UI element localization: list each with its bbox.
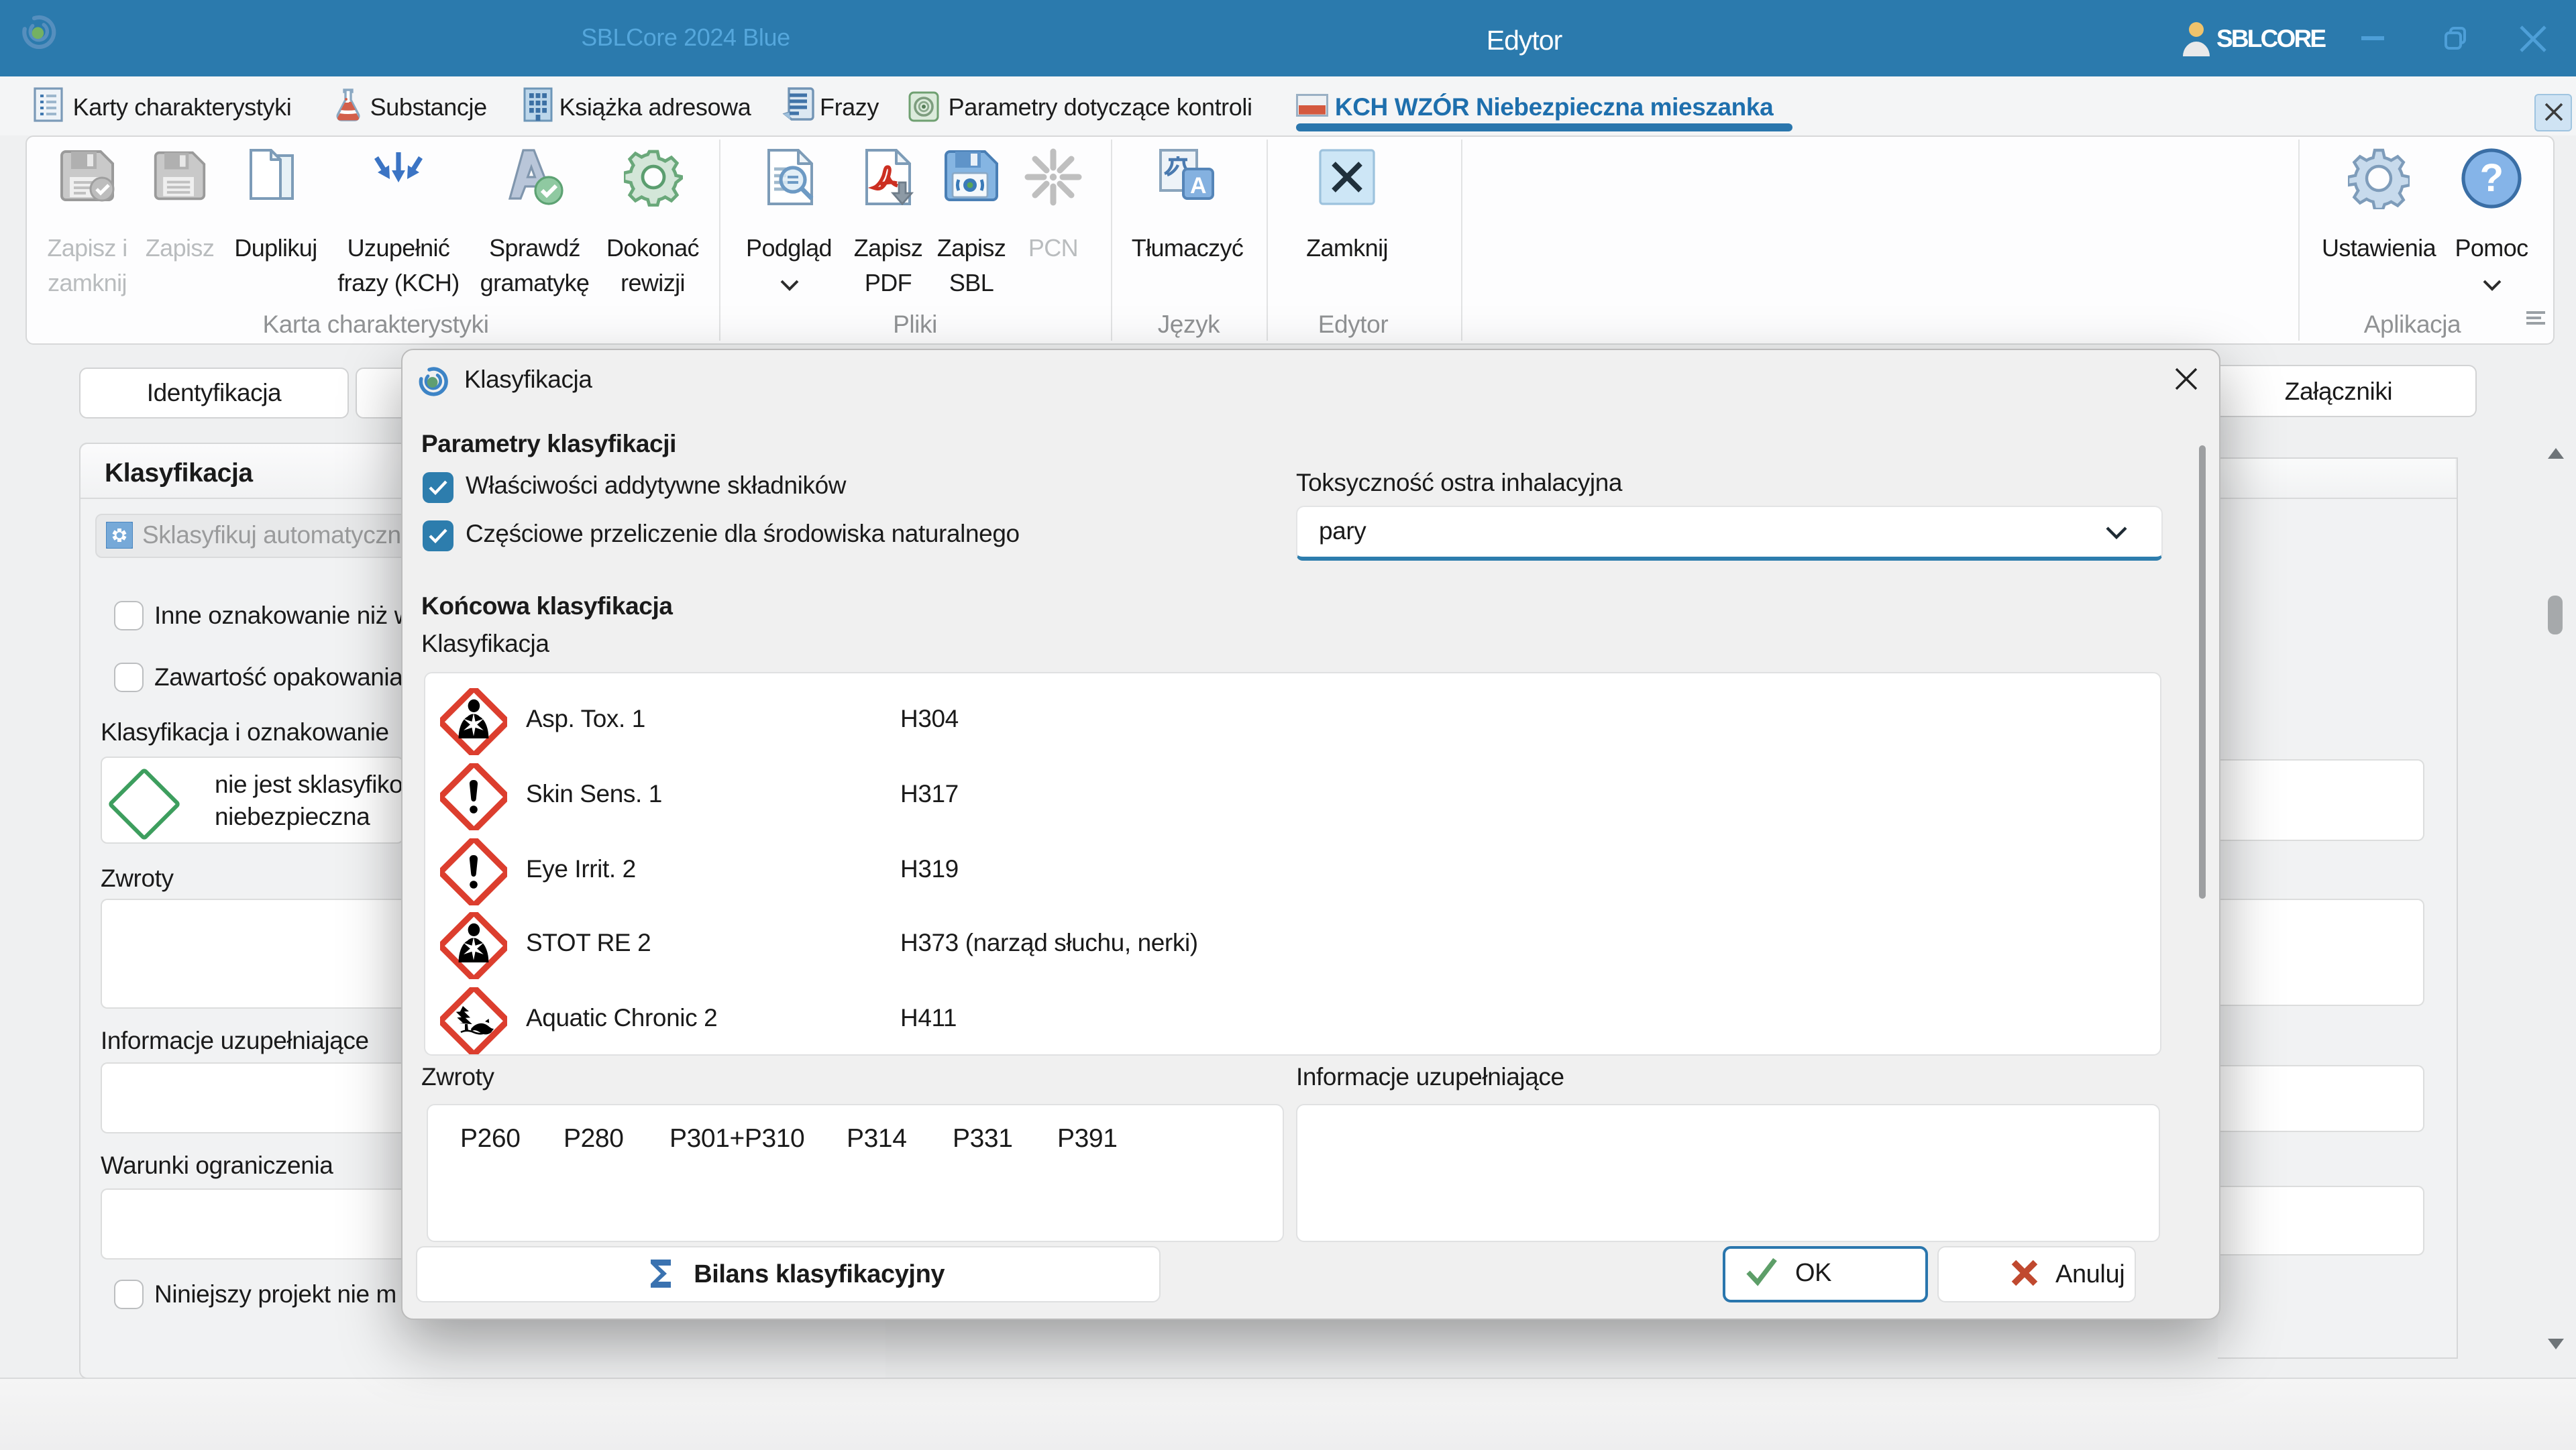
svg-text:A: A [1190, 173, 1206, 199]
svg-text:?: ? [2480, 156, 2504, 200]
